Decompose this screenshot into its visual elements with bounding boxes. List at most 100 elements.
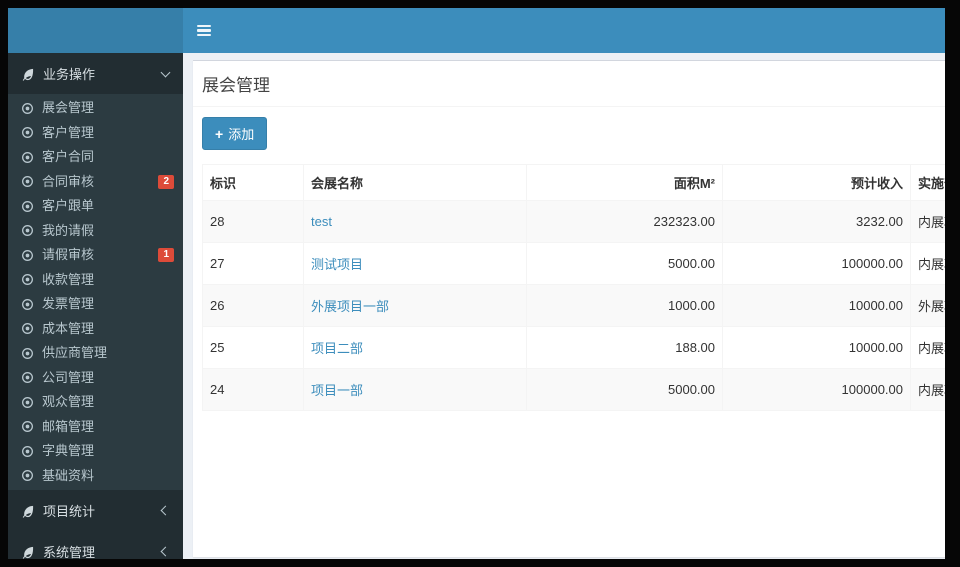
sidebar-item[interactable]: 我的请假: [8, 219, 183, 244]
cell-id: 24: [202, 368, 304, 411]
chevron-down-icon: [160, 67, 171, 77]
sidebar-item-label: 成本管理: [42, 320, 95, 336]
sidebar-item[interactable]: 基础资料: [8, 464, 183, 489]
cell-department: 内展项目: [910, 326, 945, 369]
table-header-row: 标识会展名称面积M²预计收入实施部门: [202, 164, 945, 201]
cell-department: 内展项目: [910, 368, 945, 411]
table-row: 25 项目二部 188.00 10000.00 内展项目: [202, 326, 945, 369]
notification-badge: 1: [158, 248, 174, 263]
page-title: 展会管理: [202, 76, 270, 95]
sidebar-item-label: 展会管理: [42, 100, 95, 115]
sidebar-item[interactable]: 客户合同: [8, 145, 183, 170]
sidebar-item[interactable]: 发票管理: [8, 292, 183, 317]
cell-area: 5000.00: [526, 368, 723, 411]
notification-badge: 2: [158, 174, 174, 189]
sidebar-section-label: 系统管理: [43, 545, 96, 559]
exhibition-link[interactable]: 外展项目一部: [311, 299, 389, 314]
sidebar-item-label: 观众管理: [42, 394, 95, 409]
cell-income: 100000.00: [722, 368, 911, 411]
cell-income: 3232.00: [722, 200, 911, 243]
sidebar-item[interactable]: 观众管理: [8, 390, 183, 415]
leaf-icon: [21, 545, 35, 559]
dot-circle-icon: [21, 445, 34, 458]
dot-circle-icon: [21, 102, 34, 115]
cell-exhibition-name: 外展项目一部: [303, 284, 527, 327]
cell-id: 27: [202, 242, 304, 285]
sidebar-item[interactable]: 客户跟单: [8, 194, 183, 219]
cell-exhibition-name: test: [303, 200, 527, 243]
dot-circle-icon: [21, 322, 34, 335]
cell-income: 10000.00: [722, 284, 911, 327]
dot-circle-icon: [21, 249, 34, 262]
table-row: 27 测试项目 5000.00 100000.00 内展项目: [202, 242, 945, 285]
dot-circle-icon: [21, 469, 34, 482]
column-header: 实施部门: [910, 164, 945, 201]
dot-circle-icon: [21, 420, 34, 433]
leaf-icon: [21, 504, 35, 518]
sidebar-item[interactable]: 展会管理: [8, 96, 183, 121]
sidebar-item-label: 公司管理: [42, 369, 95, 385]
sidebar-toggle-button[interactable]: [183, 8, 225, 53]
screenshot-frame: { "colors": { "navbar_blue": "#3c8dbc", …: [0, 0, 960, 567]
sidebar-item-label: 客户合同: [42, 149, 95, 164]
sidebar-section-header[interactable]: 项目统计: [8, 490, 183, 531]
table-row: 24 项目一部 5000.00 100000.00 内展项目: [202, 368, 945, 411]
sidebar: 业务操作 展会管理 客户管理 客户合同 合同审核 2 客户跟单 我的请假 请假审…: [8, 53, 183, 559]
dot-circle-icon: [21, 371, 34, 384]
table-row: 26 外展项目一部 1000.00 10000.00 外展项目: [202, 284, 945, 327]
add-button[interactable]: + 添加: [202, 117, 268, 150]
dot-circle-icon: [21, 396, 34, 409]
cell-area: 5000.00: [526, 242, 723, 285]
sidebar-section-label: 业务操作: [43, 67, 96, 82]
sidebar-section-label: 项目统计: [43, 504, 96, 519]
navbar: [183, 8, 945, 53]
sidebar-item[interactable]: 收款管理: [8, 268, 183, 293]
sidebar-item-label: 客户跟单: [42, 198, 95, 213]
cell-exhibition-name: 项目二部: [303, 326, 527, 369]
exhibitions-table: 标识会展名称面积M²预计收入实施部门 28 test 232323.00 323…: [202, 164, 945, 411]
cell-income: 10000.00: [722, 326, 911, 369]
sidebar-item[interactable]: 成本管理: [8, 317, 183, 342]
chevron-left-icon: [160, 546, 171, 557]
sidebar-item[interactable]: 字典管理: [8, 439, 183, 464]
cell-income: 100000.00: [722, 242, 911, 285]
cell-id: 25: [202, 326, 304, 369]
sidebar-item-label: 请假审核: [42, 247, 95, 262]
sidebar-item[interactable]: 客户管理: [8, 121, 183, 146]
dot-circle-icon: [21, 347, 34, 360]
cell-area: 1000.00: [526, 284, 723, 327]
cell-area: 188.00: [526, 326, 723, 369]
sidebar-item-label: 发票管理: [42, 296, 95, 311]
dot-circle-icon: [21, 224, 34, 237]
exhibition-link[interactable]: 项目二部: [311, 341, 363, 356]
dot-circle-icon: [21, 126, 34, 139]
sidebar-item[interactable]: 合同审核 2: [8, 170, 183, 195]
sidebar-item-label: 基础资料: [42, 467, 95, 483]
sidebar-section-header[interactable]: 系统管理: [8, 531, 183, 559]
column-header: 预计收入: [722, 164, 911, 201]
exhibition-link[interactable]: 项目一部: [311, 383, 363, 398]
sidebar-item[interactable]: 公司管理: [8, 366, 183, 391]
plus-icon: +: [215, 125, 224, 142]
sidebar-item[interactable]: 供应商管理: [8, 341, 183, 366]
cell-id: 28: [202, 200, 304, 243]
exhibition-link[interactable]: 测试项目: [311, 257, 363, 272]
panel-header: 展会管理: [193, 61, 945, 107]
chevron-left-icon: [160, 505, 171, 516]
sidebar-section-header[interactable]: 业务操作: [8, 53, 183, 94]
cell-area: 232323.00: [526, 200, 723, 243]
column-header: 会展名称: [303, 164, 527, 201]
sidebar-item-label: 收款管理: [42, 271, 95, 287]
cell-department: 外展项目: [910, 284, 945, 327]
cell-exhibition-name: 测试项目: [303, 242, 527, 285]
sidebar-item[interactable]: 邮箱管理: [8, 415, 183, 440]
sidebar-item-label: 字典管理: [42, 443, 95, 458]
exhibition-link[interactable]: test: [311, 214, 332, 229]
sidebar-item-label: 供应商管理: [42, 345, 108, 360]
sidebar-item-label: 我的请假: [42, 222, 95, 238]
exhibition-management-panel: 展会管理 + 添加 标识会展名称面积M²预计收入实施部门 28 test 232…: [193, 60, 945, 557]
column-header: 面积M²: [526, 164, 723, 201]
dot-circle-icon: [21, 200, 34, 213]
sidebar-item[interactable]: 请假审核 1: [8, 243, 183, 268]
sidebar-item-label: 客户管理: [42, 124, 95, 140]
